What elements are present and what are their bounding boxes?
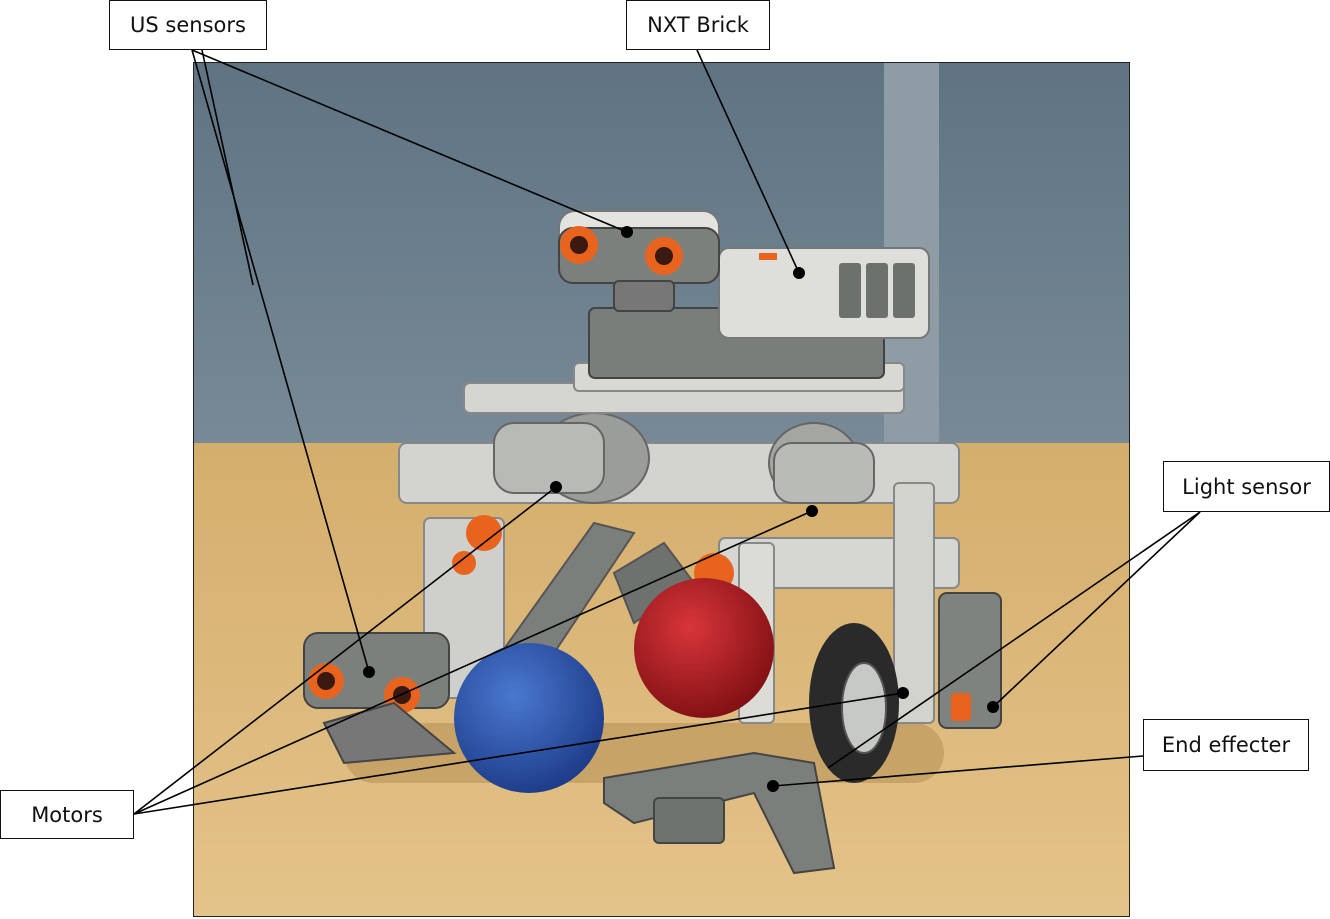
robot-scene — [194, 63, 1129, 916]
label-nxt-brick: NXT Brick — [626, 0, 770, 50]
label-light-sensor: Light sensor — [1163, 461, 1330, 512]
robot-photo — [193, 62, 1130, 917]
label-us-sensors: US sensors — [109, 0, 267, 50]
label-end-effecter: End effecter — [1143, 719, 1309, 771]
front-us-sensor — [303, 632, 450, 713]
wheel — [809, 623, 899, 783]
light-sensor-part — [938, 592, 1002, 729]
red-ball — [634, 578, 774, 718]
motor-left — [493, 412, 650, 504]
label-motors: Motors — [0, 790, 134, 839]
blue-ball — [454, 643, 604, 793]
